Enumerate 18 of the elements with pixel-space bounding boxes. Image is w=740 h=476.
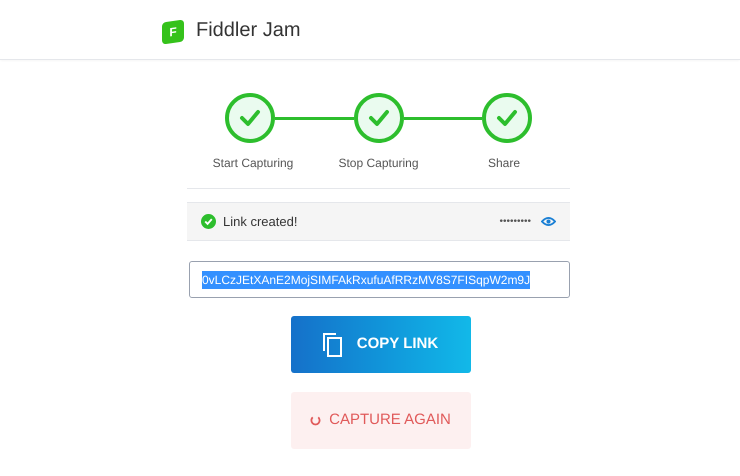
check-icon — [368, 109, 390, 127]
link-field[interactable]: 0vLCzJEtXAnE2MojSIMFAkRxufuAfRRzMV8S7FISqpW2m9J — [189, 261, 570, 298]
link-text: 0vLCzJEtXAnE2MojSIMFAkRxufuAfRRzMV8S7FISqpW2m9J — [202, 270, 530, 288]
step-label: Stop Capturing — [337, 155, 420, 172]
copy-link-button[interactable]: COPY LINK — [290, 316, 470, 373]
eye-icon[interactable] — [541, 216, 556, 227]
capture-again-button[interactable]: CAPTURE AGAIN — [290, 392, 470, 449]
status-message: Link created! — [223, 212, 298, 231]
check-icon — [239, 109, 261, 127]
check-circle-icon — [201, 214, 216, 229]
refresh-icon — [310, 415, 322, 426]
app-logo: F — [162, 18, 184, 44]
copy-icon — [322, 332, 343, 356]
app-title: Fiddler Jam — [196, 18, 300, 42]
check-icon — [496, 109, 518, 127]
step-label: Start Capturing — [212, 155, 294, 172]
password-text: ••••••••• — [499, 215, 531, 229]
step-label: Share — [486, 155, 522, 172]
